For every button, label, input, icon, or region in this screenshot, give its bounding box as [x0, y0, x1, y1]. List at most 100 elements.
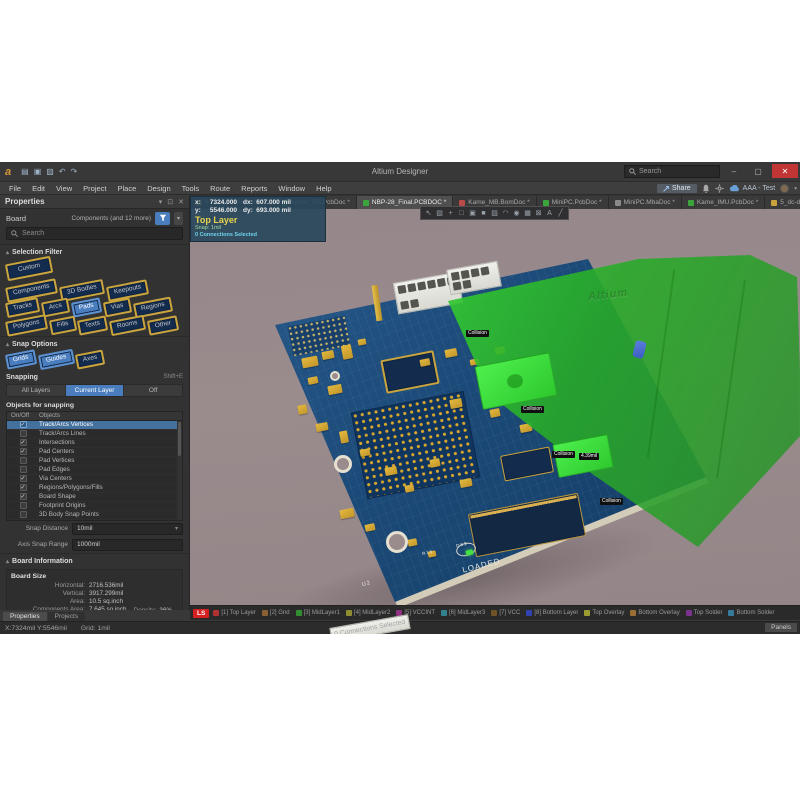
snapping-object-row[interactable]: ✓ 3D Body Snap Points	[7, 511, 182, 520]
tool-icon[interactable]: ▧	[435, 210, 444, 217]
tool-icon[interactable]: ▨	[490, 210, 499, 217]
layer-tab[interactable]: Bottom Overlay	[628, 609, 681, 617]
menu-item[interactable]: Window	[273, 183, 310, 194]
tool-icon[interactable]: ⊠	[534, 210, 543, 217]
snapping-object-row[interactable]: ✓ Via Centers	[7, 475, 182, 484]
snapping-object-row[interactable]: ✓ Pad Centers	[7, 448, 182, 457]
snapping-object-row[interactable]: ✓ Board Shape	[7, 493, 182, 502]
board-information-section-header[interactable]: ▴ Board Information	[0, 553, 189, 567]
tool-icon[interactable]: ▦	[523, 210, 532, 217]
document-tab[interactable]: MiniPC.MbaDoc *	[609, 196, 682, 209]
menu-item[interactable]: Reports	[236, 183, 272, 194]
menu-item[interactable]: Design	[142, 183, 175, 194]
menu-item[interactable]: Edit	[27, 183, 50, 194]
snapping-object-row[interactable]: ✓ Track/Arcs Vertices	[7, 421, 182, 430]
snap-toggle-button[interactable]: Axes	[75, 349, 106, 369]
dropdown-icon[interactable]: ▾	[175, 525, 178, 532]
table-scrollbar[interactable]	[177, 421, 182, 520]
checkbox[interactable]: ✓	[20, 457, 27, 464]
document-tab[interactable]: 5_dc-dc_vcc5m-vcc3m.SchDoc	[765, 196, 800, 209]
minimize-button[interactable]: –	[724, 164, 744, 178]
checkbox[interactable]: ✓	[20, 430, 27, 437]
layer-tab[interactable]: [6] MidLayer3	[439, 609, 487, 617]
menu-item[interactable]: Help	[311, 183, 336, 194]
menu-item[interactable]: Route	[205, 183, 235, 194]
layer-tab[interactable]: [8] Bottom Layer	[524, 609, 580, 617]
panels-button[interactable]: Panels	[765, 623, 797, 632]
selection-filter-chip[interactable]: Fills	[49, 315, 77, 334]
checkbox[interactable]: ✓	[20, 466, 27, 473]
filter-dropdown-button[interactable]: ▾	[174, 212, 183, 225]
tool-icon[interactable]: ◠	[501, 210, 510, 217]
snapping-object-row[interactable]: ✓ Intersections	[7, 439, 182, 448]
layer-tab[interactable]: Top Solder	[684, 609, 725, 617]
layer-sets-button[interactable]: LS	[193, 609, 209, 618]
snapping-object-row[interactable]: ✓ Regions/Polygons/Fills	[7, 484, 182, 493]
restore-button[interactable]: ▢	[748, 164, 768, 178]
menu-item[interactable]: File	[4, 183, 26, 194]
snapping-object-row[interactable]: ✓ Pad Edges	[7, 466, 182, 475]
selection-filter-chip[interactable]: Other	[147, 315, 179, 335]
menu-item[interactable]: Place	[113, 183, 142, 194]
snapping-mode-segment[interactable]: All Layers	[7, 385, 66, 396]
selection-filter-chip[interactable]: Arcs	[41, 298, 70, 317]
share-button[interactable]: Share	[657, 184, 697, 193]
checkbox[interactable]: ✓	[20, 511, 27, 518]
panel-tab[interactable]: Projects	[48, 612, 85, 621]
checkbox[interactable]: ✓	[20, 484, 27, 491]
selection-filter-chip[interactable]: Texts	[77, 315, 108, 335]
tool-icon[interactable]: ↖	[424, 210, 433, 217]
custom-filter-button[interactable]: Custom	[5, 256, 54, 281]
layer-tab[interactable]: Top Overlay	[582, 609, 626, 617]
layer-tab[interactable]: [4] MidLayer2	[344, 609, 392, 617]
axis-snap-range-input[interactable]: 1000mil	[72, 539, 183, 551]
tool-icon[interactable]: ╱	[556, 210, 565, 217]
checkbox[interactable]: ✓	[20, 439, 27, 446]
panel-tab[interactable]: Properties	[3, 612, 47, 621]
snap-distance-input[interactable]: 10mil▾	[72, 523, 183, 535]
pcb-3d-viewport[interactable]: Altium CollisionCollisionCollisionCollis…	[190, 209, 800, 605]
panel-menu-icon[interactable]: ▾	[159, 198, 163, 206]
user-avatar[interactable]	[780, 184, 789, 193]
tool-icon[interactable]: ▣	[468, 210, 477, 217]
document-tab[interactable]: Kame_IMU.PcbDoc *	[682, 196, 765, 209]
snapping-object-row[interactable]: ✓ Track/Arcs Lines	[7, 430, 182, 439]
menu-item[interactable]: Project	[78, 183, 111, 194]
tool-icon[interactable]: A	[545, 210, 554, 217]
tool-icon[interactable]: ◉	[512, 210, 521, 217]
menu-item[interactable]: Tools	[177, 183, 205, 194]
properties-search-input[interactable]: Search	[6, 227, 183, 240]
tool-icon[interactable]: ■	[479, 210, 488, 217]
notifications-bell-icon[interactable]	[702, 184, 710, 193]
layer-tab[interactable]: [7] VCC	[489, 609, 522, 617]
close-button[interactable]: ✕	[772, 164, 798, 178]
selection-filter-chip[interactable]: Polygons	[5, 314, 48, 336]
global-search-input[interactable]: Search	[624, 165, 720, 178]
filter-scope-label[interactable]: Components (and 12 more)	[72, 215, 152, 222]
selection-filter-section-header[interactable]: ▴ Selection Filter	[0, 244, 189, 258]
selection-filter-chip[interactable]: Rooms	[109, 314, 146, 335]
snapping-object-row[interactable]: ✓ Pad Vertices	[7, 457, 182, 466]
checkbox[interactable]: ✓	[20, 502, 27, 509]
tool-icon[interactable]: +	[446, 210, 455, 217]
tool-icon[interactable]: □	[457, 210, 466, 217]
snapping-object-row[interactable]: ✓ Footprint Origins	[7, 502, 182, 511]
account-dropdown-icon[interactable]: ▾	[794, 186, 797, 192]
settings-gear-icon[interactable]	[715, 184, 724, 193]
selection-filter-chip[interactable]: Pads	[71, 297, 102, 317]
panel-pin-icon[interactable]: ⊡	[167, 198, 173, 206]
checkbox[interactable]: ✓	[20, 448, 27, 455]
layer-tab[interactable]: [1] Top Layer	[211, 609, 258, 617]
layer-tab[interactable]: [3] MidLayer1	[294, 609, 342, 617]
account-area[interactable]: AAA - Test	[729, 185, 776, 192]
panel-close-icon[interactable]: ✕	[178, 198, 184, 206]
snap-toggle-button[interactable]: Guides	[37, 349, 74, 370]
snapping-mode-segment[interactable]: Current Layer	[66, 385, 125, 396]
snap-toggle-button[interactable]: Grids	[5, 349, 37, 369]
filter-funnel-button[interactable]	[155, 212, 170, 225]
layer-tab[interactable]: [2] Gnd	[260, 609, 292, 617]
snap-options-section-header[interactable]: ▴ Snap Options	[0, 336, 189, 350]
selection-filter-chip[interactable]: Vias	[103, 298, 132, 317]
checkbox[interactable]: ✓	[20, 493, 27, 500]
checkbox[interactable]: ✓	[20, 475, 27, 482]
